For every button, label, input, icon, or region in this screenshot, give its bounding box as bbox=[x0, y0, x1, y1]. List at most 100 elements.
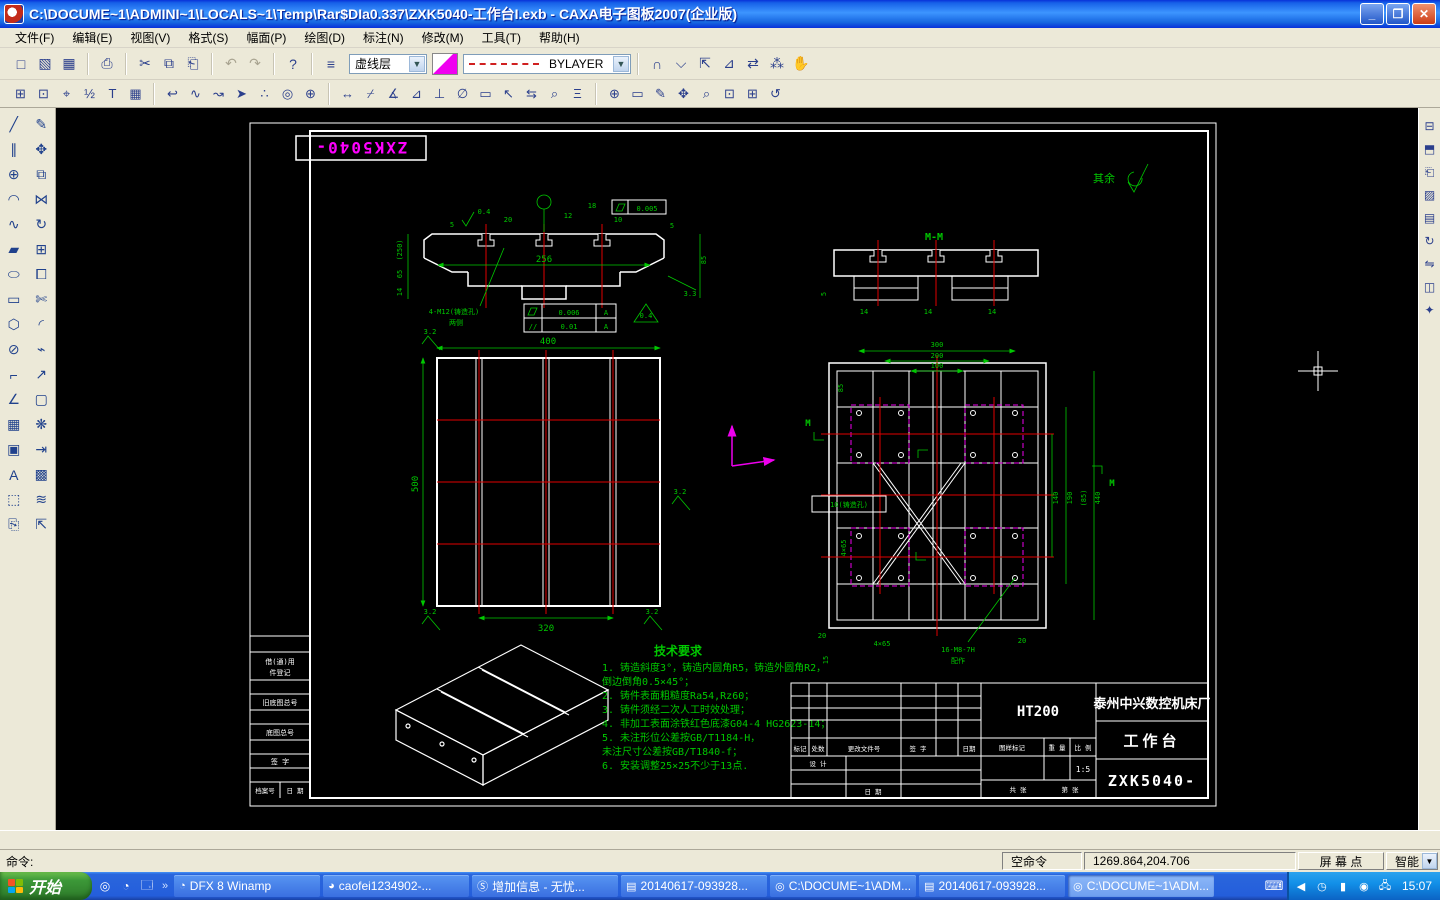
view-flip-button[interactable]: ⇋ bbox=[1420, 254, 1440, 274]
arc-tool[interactable]: ◠ bbox=[1, 187, 26, 212]
break-tool[interactable]: ⌁ bbox=[29, 337, 54, 362]
help-button[interactable]: ? bbox=[281, 52, 305, 76]
color-button[interactable] bbox=[432, 53, 458, 75]
menu-edit[interactable]: 编辑(E) bbox=[63, 27, 121, 48]
view-rotate-button[interactable]: ↻ bbox=[1420, 231, 1440, 251]
menu-file[interactable]: 文件(F) bbox=[6, 27, 63, 48]
zoom-object-button[interactable]: ⌖ bbox=[55, 83, 78, 105]
dim-continue-button[interactable]: ⇆ bbox=[520, 83, 543, 105]
chevron-down-icon[interactable]: ▼ bbox=[613, 56, 629, 72]
fillet-tool[interactable]: ◜ bbox=[29, 312, 54, 337]
menu-format[interactable]: 格式(S) bbox=[179, 27, 237, 48]
layer-move-tool[interactable]: ≋ bbox=[29, 487, 54, 512]
text-style-button[interactable]: T bbox=[101, 83, 124, 105]
point-style-icon[interactable]: ⁂ bbox=[765, 52, 789, 76]
zoom-all-button[interactable]: ⊞ bbox=[9, 83, 32, 105]
zoom-prev-button[interactable]: ⊡ bbox=[718, 83, 741, 105]
paste-button[interactable]: ⎗ bbox=[181, 52, 205, 76]
ql-desktop-icon[interactable]: 🗔 bbox=[138, 877, 156, 895]
view-regen-button[interactable]: ✦ bbox=[1420, 300, 1440, 320]
table-style-button[interactable]: ▦ bbox=[124, 83, 147, 105]
save-button[interactable]: ▦ bbox=[57, 52, 81, 76]
mirror-tool[interactable]: ⋈ bbox=[29, 187, 54, 212]
chevron-down-icon[interactable]: ▼ bbox=[409, 56, 425, 72]
angle-snap-icon[interactable]: ⊿ bbox=[717, 52, 741, 76]
command-history[interactable] bbox=[0, 830, 1440, 850]
wave-line-button[interactable]: ∿ bbox=[184, 83, 207, 105]
start-button[interactable]: 开始 bbox=[0, 872, 92, 900]
tray-wangwang-icon[interactable]: ◉ bbox=[1356, 878, 1372, 894]
dim-aligned-button[interactable]: ⌿ bbox=[359, 83, 382, 105]
task-info[interactable]: Ⓢ增加信息 - 无忧... bbox=[472, 875, 618, 897]
drawing-canvas[interactable]: ZXK5040- 其余 bbox=[56, 108, 1418, 830]
menu-dim[interactable]: 标注(N) bbox=[354, 27, 413, 48]
hatch-ellipse-tool[interactable]: ⊘ bbox=[1, 337, 26, 362]
rotate-tool[interactable]: ↻ bbox=[29, 212, 54, 237]
pan-button[interactable]: ✥ bbox=[672, 83, 695, 105]
task-rar-2[interactable]: ▤20140617-093928... bbox=[919, 875, 1065, 897]
erase-tool[interactable]: ✎ bbox=[29, 112, 54, 137]
rectangle-tool[interactable]: ▰ bbox=[1, 237, 26, 262]
layer-select[interactable]: 虚线层 ▼ bbox=[349, 54, 427, 74]
keyboard-layout-button[interactable]: ⌨ bbox=[1261, 875, 1287, 897]
layer-manager-button[interactable]: ≡ bbox=[319, 52, 343, 76]
fill-tool[interactable]: ▩ bbox=[29, 462, 54, 487]
circle-tool[interactable]: ⊕ bbox=[1, 162, 26, 187]
dim-search-button[interactable]: ⌕ bbox=[543, 83, 566, 105]
open-button[interactable]: ▧ bbox=[33, 52, 57, 76]
pick-filter-icon[interactable]: ⇱ bbox=[693, 52, 717, 76]
contour-button[interactable]: ∴ bbox=[253, 83, 276, 105]
dim-edit-button[interactable]: Ξ bbox=[566, 83, 589, 105]
parallel-line-tool[interactable]: ∥ bbox=[1, 137, 26, 162]
redo-button[interactable]: ↷ bbox=[243, 52, 267, 76]
center-mark-button[interactable]: ⊕ bbox=[299, 83, 322, 105]
view-3d-button[interactable]: ⬒ bbox=[1420, 139, 1440, 159]
chevron-down-icon[interactable]: ▼ bbox=[1422, 853, 1437, 869]
preview-icon[interactable]: ✋ bbox=[789, 52, 813, 76]
view-section-button[interactable]: ◫ bbox=[1420, 277, 1440, 297]
menu-view[interactable]: 视图(V) bbox=[121, 27, 179, 48]
text-tool[interactable]: A bbox=[1, 462, 26, 487]
view-new-button[interactable]: ⊟ bbox=[1420, 116, 1440, 136]
close-button[interactable]: ✕ bbox=[1412, 3, 1436, 25]
menu-help[interactable]: 帮助(H) bbox=[530, 27, 589, 48]
line-tool[interactable]: ╱ bbox=[1, 112, 26, 137]
part-open-button[interactable]: ⎗ bbox=[1420, 162, 1440, 182]
menu-draw[interactable]: 绘图(D) bbox=[295, 27, 354, 48]
print-button[interactable]: ⎙ bbox=[95, 52, 119, 76]
measure-button[interactable]: ▭ bbox=[626, 83, 649, 105]
task-caxa-2[interactable]: ◎C:\DOCUME~1\ADM... bbox=[1068, 875, 1214, 897]
snap-mode-select[interactable]: 智能 ▼ bbox=[1386, 852, 1438, 870]
tray-collapse-icon[interactable]: ◀ bbox=[1293, 878, 1309, 894]
rect-label-tool[interactable]: ▭ bbox=[1, 287, 26, 312]
dim-vertical-button[interactable]: ⊥ bbox=[428, 83, 451, 105]
ql-messenger-icon[interactable]: ◎ bbox=[96, 877, 114, 895]
zoom-back-button[interactable]: ↺ bbox=[764, 83, 787, 105]
cut-button[interactable]: ✂ bbox=[133, 52, 157, 76]
cad-drawing[interactable]: ZXK5040- 其余 bbox=[56, 108, 1418, 830]
title-bar[interactable]: C:\DOCUME~1\ADMINI~1\LOCALS~1\Temp\Rar$D… bbox=[0, 0, 1440, 28]
ql-player-icon[interactable]: ◔ bbox=[117, 877, 135, 895]
dim-baseline-button[interactable]: ⊿ bbox=[405, 83, 428, 105]
dim-diameter-button[interactable]: ∅ bbox=[451, 83, 474, 105]
dim-leader-button[interactable]: ↖ bbox=[497, 83, 520, 105]
spline-tool[interactable]: ∿ bbox=[1, 212, 26, 237]
menu-sheet[interactable]: 幅面(P) bbox=[237, 27, 295, 48]
bubble-tool[interactable]: ⬚ bbox=[1, 487, 26, 512]
angle-line-tool[interactable]: ∠ bbox=[1, 387, 26, 412]
menu-modify[interactable]: 修改(M) bbox=[413, 27, 473, 48]
zoom-page-button[interactable]: ⊞ bbox=[741, 83, 764, 105]
table-block-tool[interactable]: ⎘ bbox=[1, 512, 26, 537]
tray-safety-icon[interactable]: ▮ bbox=[1335, 878, 1351, 894]
part-paint-button[interactable]: ▨ bbox=[1420, 185, 1440, 205]
hatch-tool[interactable]: ▦ bbox=[1, 412, 26, 437]
dim-angle-button[interactable]: ∡ bbox=[382, 83, 405, 105]
arrow-button[interactable]: ➤ bbox=[230, 83, 253, 105]
zigzag-line-button[interactable]: ↝ bbox=[207, 83, 230, 105]
zoom-window-button[interactable]: ⊡ bbox=[32, 83, 55, 105]
offset-tool[interactable]: ⧠ bbox=[29, 262, 54, 287]
move-tool[interactable]: ✥ bbox=[29, 137, 54, 162]
quick-launch-chevron[interactable]: » bbox=[160, 880, 170, 892]
copy-button[interactable]: ⧉ bbox=[157, 52, 181, 76]
ortho-icon[interactable]: ∩ bbox=[645, 52, 669, 76]
